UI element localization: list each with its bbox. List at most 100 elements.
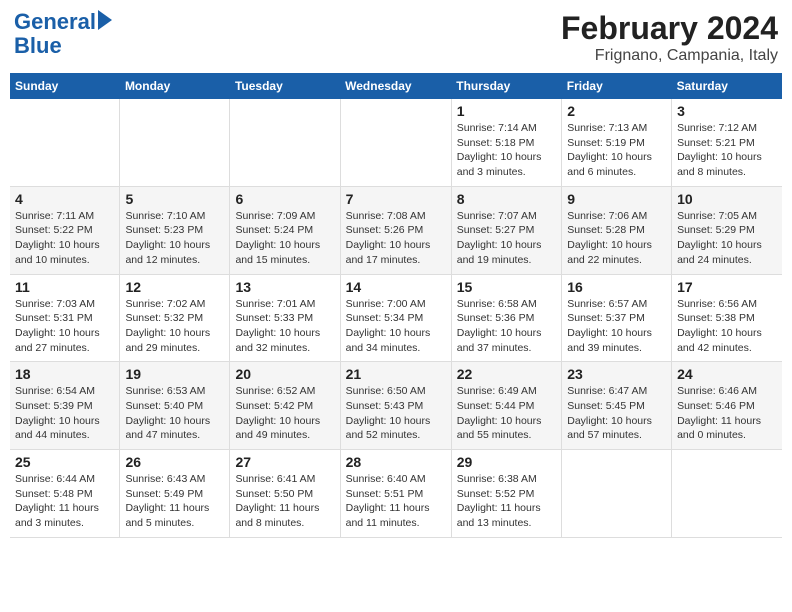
calendar-cell: 11 Sunrise: 7:03 AM Sunset: 5:31 PM Dayli… <box>10 274 120 362</box>
calendar-cell: 10 Sunrise: 7:05 AM Sunset: 5:29 PM Dayli… <box>672 186 782 274</box>
calendar-cell: 3 Sunrise: 7:12 AM Sunset: 5:21 PM Daylig… <box>672 99 782 186</box>
day-info: Sunrise: 6:47 AM Sunset: 5:45 PM Dayligh… <box>567 384 666 443</box>
calendar-cell <box>10 99 120 186</box>
day-info: Sunrise: 7:05 AM Sunset: 5:29 PM Dayligh… <box>677 209 777 268</box>
calendar-cell: 18 Sunrise: 6:54 AM Sunset: 5:39 PM Dayli… <box>10 362 120 450</box>
logo-text-line1: General <box>14 10 96 34</box>
day-info: Sunrise: 6:50 AM Sunset: 5:43 PM Dayligh… <box>346 384 446 443</box>
col-header-tuesday: Tuesday <box>230 73 340 99</box>
col-header-thursday: Thursday <box>451 73 561 99</box>
day-info: Sunrise: 7:09 AM Sunset: 5:24 PM Dayligh… <box>235 209 334 268</box>
day-info: Sunrise: 6:40 AM Sunset: 5:51 PM Dayligh… <box>346 472 446 531</box>
main-title: February 2024 <box>561 10 778 47</box>
day-info: Sunrise: 7:06 AM Sunset: 5:28 PM Dayligh… <box>567 209 666 268</box>
day-info: Sunrise: 6:52 AM Sunset: 5:42 PM Dayligh… <box>235 384 334 443</box>
day-info: Sunrise: 7:02 AM Sunset: 5:32 PM Dayligh… <box>125 297 224 356</box>
day-info: Sunrise: 6:44 AM Sunset: 5:48 PM Dayligh… <box>15 472 114 531</box>
day-info: Sunrise: 7:07 AM Sunset: 5:27 PM Dayligh… <box>457 209 556 268</box>
day-info: Sunrise: 6:56 AM Sunset: 5:38 PM Dayligh… <box>677 297 777 356</box>
day-number: 3 <box>677 103 777 119</box>
day-number: 11 <box>15 279 114 295</box>
day-info: Sunrise: 6:58 AM Sunset: 5:36 PM Dayligh… <box>457 297 556 356</box>
calendar-cell: 15Sunrise: 6:58 AM Sunset: 5:36 PM Dayli… <box>451 274 561 362</box>
page-header: General Blue February 2024 Frignano, Cam… <box>10 10 782 65</box>
calendar-cell: 19 Sunrise: 6:53 AM Sunset: 5:40 PM Dayli… <box>120 362 230 450</box>
day-info: Sunrise: 7:13 AM Sunset: 5:19 PM Dayligh… <box>567 121 666 180</box>
calendar-cell: 14 Sunrise: 7:00 AM Sunset: 5:34 PM Dayli… <box>340 274 451 362</box>
calendar-cell: 23 Sunrise: 6:47 AM Sunset: 5:45 PM Dayli… <box>562 362 672 450</box>
calendar-cell: 5 Sunrise: 7:10 AM Sunset: 5:23 PM Daylig… <box>120 186 230 274</box>
calendar-cell: 24 Sunrise: 6:46 AM Sunset: 5:46 PM Dayli… <box>672 362 782 450</box>
day-info: Sunrise: 7:00 AM Sunset: 5:34 PM Dayligh… <box>346 297 446 356</box>
day-number: 25 <box>15 454 114 470</box>
col-header-friday: Friday <box>562 73 672 99</box>
day-number: 18 <box>15 366 114 382</box>
calendar-cell: 29 Sunrise: 6:38 AM Sunset: 5:52 PM Dayli… <box>451 450 561 538</box>
day-info: Sunrise: 6:41 AM Sunset: 5:50 PM Dayligh… <box>235 472 334 531</box>
day-number: 23 <box>567 366 666 382</box>
calendar-cell <box>120 99 230 186</box>
col-header-sunday: Sunday <box>10 73 120 99</box>
day-info: Sunrise: 6:49 AM Sunset: 5:44 PM Dayligh… <box>457 384 556 443</box>
calendar-cell: 12 Sunrise: 7:02 AM Sunset: 5:32 PM Dayli… <box>120 274 230 362</box>
logo: General Blue <box>14 10 112 58</box>
calendar-cell <box>672 450 782 538</box>
day-number: 9 <box>567 191 666 207</box>
day-info: Sunrise: 6:38 AM Sunset: 5:52 PM Dayligh… <box>457 472 556 531</box>
day-info: Sunrise: 7:01 AM Sunset: 5:33 PM Dayligh… <box>235 297 334 356</box>
day-info: Sunrise: 7:10 AM Sunset: 5:23 PM Dayligh… <box>125 209 224 268</box>
calendar-cell: 25 Sunrise: 6:44 AM Sunset: 5:48 PM Dayli… <box>10 450 120 538</box>
calendar-cell: 16 Sunrise: 6:57 AM Sunset: 5:37 PM Dayli… <box>562 274 672 362</box>
day-number: 29 <box>457 454 556 470</box>
day-number: 14 <box>346 279 446 295</box>
calendar-cell: 1Sunrise: 7:14 AM Sunset: 5:18 PM Daylig… <box>451 99 561 186</box>
calendar-cell: 2 Sunrise: 7:13 AM Sunset: 5:19 PM Daylig… <box>562 99 672 186</box>
day-info: Sunrise: 7:03 AM Sunset: 5:31 PM Dayligh… <box>15 297 114 356</box>
calendar-cell: 4Sunrise: 7:11 AM Sunset: 5:22 PM Daylig… <box>10 186 120 274</box>
calendar-cell: 9 Sunrise: 7:06 AM Sunset: 5:28 PM Daylig… <box>562 186 672 274</box>
day-number: 24 <box>677 366 777 382</box>
day-number: 16 <box>567 279 666 295</box>
title-block: February 2024 Frignano, Campania, Italy <box>561 10 778 65</box>
day-number: 20 <box>235 366 334 382</box>
calendar-cell: 21 Sunrise: 6:50 AM Sunset: 5:43 PM Dayli… <box>340 362 451 450</box>
day-number: 19 <box>125 366 224 382</box>
day-number: 13 <box>235 279 334 295</box>
day-number: 12 <box>125 279 224 295</box>
day-info: Sunrise: 6:43 AM Sunset: 5:49 PM Dayligh… <box>125 472 224 531</box>
logo-text-line2: Blue <box>14 34 112 58</box>
day-info: Sunrise: 7:12 AM Sunset: 5:21 PM Dayligh… <box>677 121 777 180</box>
day-info: Sunrise: 6:46 AM Sunset: 5:46 PM Dayligh… <box>677 384 777 443</box>
day-number: 6 <box>235 191 334 207</box>
logo-arrow-icon <box>98 10 112 30</box>
day-info: Sunrise: 6:53 AM Sunset: 5:40 PM Dayligh… <box>125 384 224 443</box>
day-number: 5 <box>125 191 224 207</box>
day-info: Sunrise: 6:57 AM Sunset: 5:37 PM Dayligh… <box>567 297 666 356</box>
subtitle: Frignano, Campania, Italy <box>561 47 778 65</box>
day-number: 8 <box>457 191 556 207</box>
calendar-cell: 13 Sunrise: 7:01 AM Sunset: 5:33 PM Dayli… <box>230 274 340 362</box>
day-number: 1 <box>457 103 556 119</box>
day-number: 7 <box>346 191 446 207</box>
day-number: 26 <box>125 454 224 470</box>
calendar-cell: 22Sunrise: 6:49 AM Sunset: 5:44 PM Dayli… <box>451 362 561 450</box>
calendar-cell: 20 Sunrise: 6:52 AM Sunset: 5:42 PM Dayli… <box>230 362 340 450</box>
calendar-cell <box>340 99 451 186</box>
calendar-cell: 17Sunrise: 6:56 AM Sunset: 5:38 PM Dayli… <box>672 274 782 362</box>
day-number: 21 <box>346 366 446 382</box>
calendar-cell <box>230 99 340 186</box>
col-header-saturday: Saturday <box>672 73 782 99</box>
calendar-cell: 6 Sunrise: 7:09 AM Sunset: 5:24 PM Daylig… <box>230 186 340 274</box>
day-number: 4 <box>15 191 114 207</box>
calendar-cell: 8 Sunrise: 7:07 AM Sunset: 5:27 PM Daylig… <box>451 186 561 274</box>
col-header-monday: Monday <box>120 73 230 99</box>
day-info: Sunrise: 6:54 AM Sunset: 5:39 PM Dayligh… <box>15 384 114 443</box>
day-number: 10 <box>677 191 777 207</box>
col-header-wednesday: Wednesday <box>340 73 451 99</box>
calendar-cell: 7 Sunrise: 7:08 AM Sunset: 5:26 PM Daylig… <box>340 186 451 274</box>
day-info: Sunrise: 7:08 AM Sunset: 5:26 PM Dayligh… <box>346 209 446 268</box>
calendar-cell: 27 Sunrise: 6:41 AM Sunset: 5:50 PM Dayli… <box>230 450 340 538</box>
day-number: 27 <box>235 454 334 470</box>
calendar-cell: 28Sunrise: 6:40 AM Sunset: 5:51 PM Dayli… <box>340 450 451 538</box>
day-number: 2 <box>567 103 666 119</box>
